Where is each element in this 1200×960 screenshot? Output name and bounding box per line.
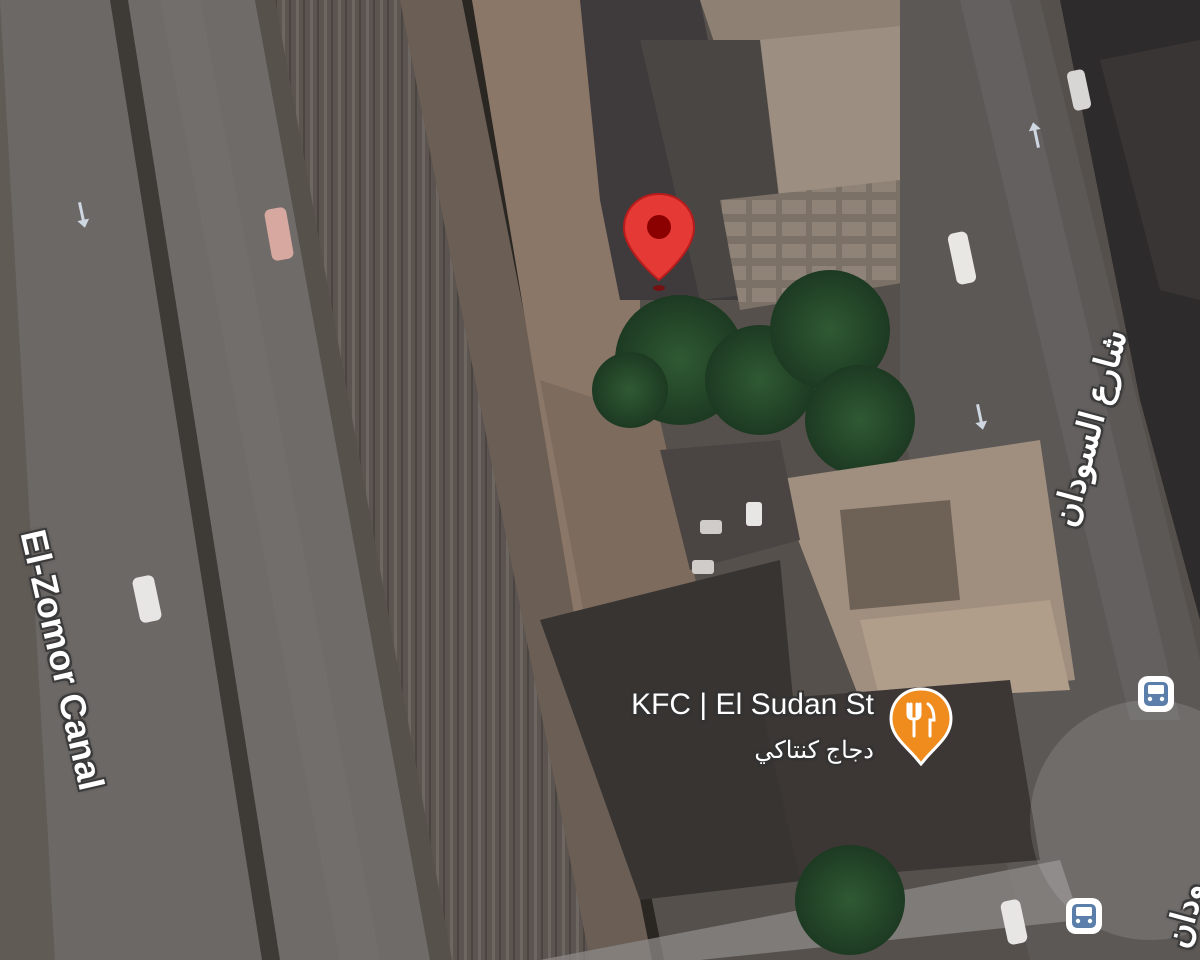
place-name-kfc[interactable]: KFC | El Sudan St xyxy=(631,688,874,722)
red-location-pin-icon[interactable] xyxy=(620,190,698,300)
building-lower-inner xyxy=(840,500,960,610)
tree-bottom xyxy=(795,845,905,955)
satellite-map[interactable] xyxy=(0,0,1200,960)
restaurant-fork-knife-icon[interactable] xyxy=(886,686,956,766)
place-name-kfc-arabic[interactable]: دجاج كنتاكي xyxy=(754,736,874,765)
bus-stop-icon[interactable] xyxy=(1064,896,1104,936)
bus-stop-icon[interactable] xyxy=(1136,674,1176,714)
